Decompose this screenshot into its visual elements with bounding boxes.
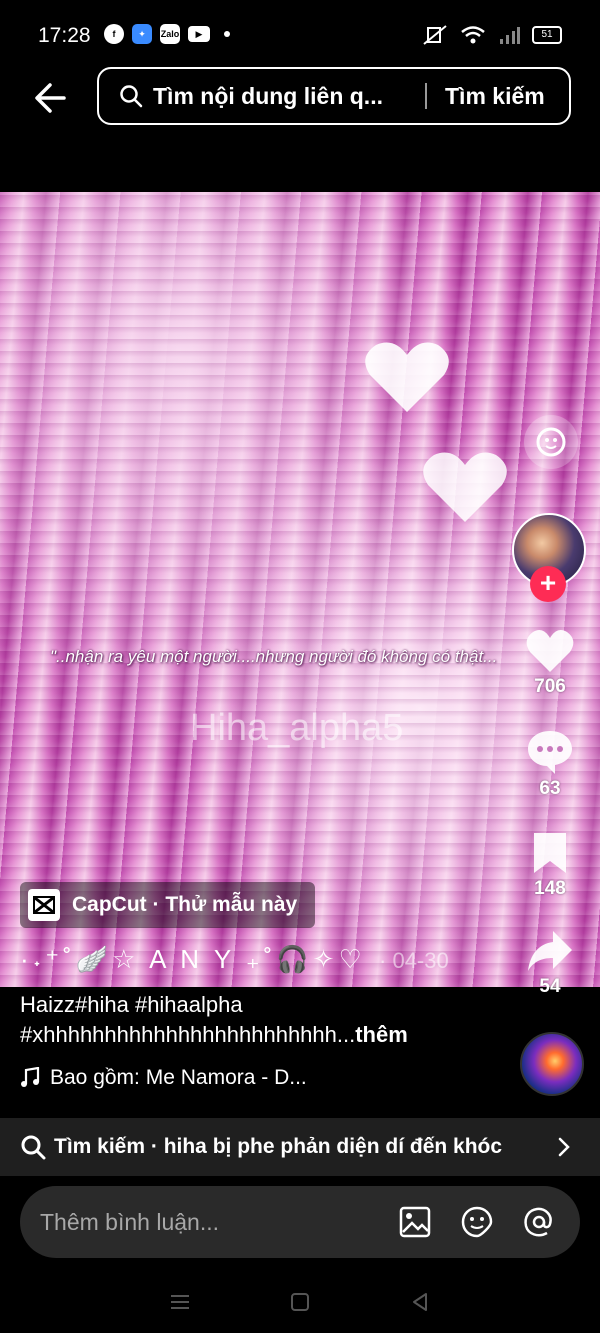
comment-bar[interactable]: Thêm bình luận... bbox=[20, 1186, 580, 1258]
home-icon[interactable] bbox=[288, 1290, 312, 1314]
related-search-label[interactable]: Tìm kiếm · hiha bị phe phản diện dí đến … bbox=[54, 1135, 554, 1159]
author-line[interactable]: ·˖⁺˚🪽☆ A N Y ₊˚🎧✧♡ · 04-30 bbox=[20, 944, 449, 975]
mention-icon[interactable] bbox=[522, 1205, 556, 1239]
share-arrow-icon bbox=[528, 931, 572, 971]
video-player[interactable]: "..nhận ra yêu một người....nhưng người … bbox=[0, 192, 600, 987]
back-triangle-icon[interactable] bbox=[408, 1290, 432, 1314]
video-caption-overlay: "..nhận ra yêu một người....nhưng người … bbox=[50, 647, 498, 666]
video-frame bbox=[0, 192, 600, 987]
video-description[interactable]: Haizz#hiha #hihaalpha bbox=[20, 992, 243, 1018]
capcut-icon bbox=[28, 889, 60, 921]
search-icon bbox=[120, 85, 143, 108]
author-name[interactable]: ·˖⁺˚🪽☆ A N Y ₊˚🎧✧♡ bbox=[20, 944, 366, 974]
mute-vibrate-icon bbox=[423, 25, 447, 45]
zalo-icon: Zalo bbox=[160, 24, 180, 44]
search-bar[interactable]: Tìm nội dung liên q... Tìm kiếm bbox=[97, 67, 571, 125]
music-info[interactable]: Bao gồm: Me Namora - D... bbox=[20, 1066, 307, 1090]
back-arrow-icon bbox=[35, 83, 66, 113]
system-nav-bar bbox=[0, 1270, 600, 1333]
wifi-icon bbox=[461, 26, 485, 44]
share-count: 54 bbox=[539, 976, 561, 997]
system-icons: 51 bbox=[422, 24, 562, 46]
chevron-right-icon bbox=[558, 1137, 570, 1157]
status-bar: 17:28 f ✦ Zalo ▶ 51 bbox=[0, 0, 600, 70]
search-divider bbox=[425, 83, 427, 109]
like-count: 706 bbox=[534, 676, 566, 697]
save-button[interactable]: 148 bbox=[520, 830, 580, 900]
sticker-icon[interactable] bbox=[460, 1205, 494, 1239]
image-icon[interactable] bbox=[398, 1205, 432, 1239]
back-button[interactable] bbox=[30, 78, 74, 118]
facebook-icon: f bbox=[104, 24, 124, 44]
more-notifications-icon bbox=[224, 31, 230, 37]
like-button[interactable]: 706 bbox=[520, 628, 580, 698]
heart-shape-icon bbox=[423, 452, 507, 522]
music-note-icon bbox=[21, 1067, 40, 1087]
related-search-bar[interactable]: Tìm kiếm · hiha bị phe phản diện dí đến … bbox=[0, 1118, 600, 1176]
heart-shape-icon bbox=[365, 342, 449, 412]
messenger-icon: ✦ bbox=[132, 24, 152, 44]
capcut-label: CapCut · Thử mẫu này bbox=[72, 893, 298, 916]
video-description-hashtags[interactable]: #xhhhhhhhhhhhhhhhhhhhhhhhh...thêm bbox=[20, 1022, 408, 1048]
comment-input[interactable]: Thêm bình luận... bbox=[40, 1209, 370, 1236]
comment-button[interactable]: 63 bbox=[520, 728, 580, 800]
see-more-link[interactable]: thêm bbox=[355, 1022, 408, 1047]
post-date: · 04-30 bbox=[379, 948, 449, 973]
notification-icons: f ✦ Zalo ▶ bbox=[104, 24, 230, 44]
capcut-template-chip[interactable]: CapCut · Thử mẫu này bbox=[20, 882, 316, 928]
menu-icon[interactable] bbox=[168, 1290, 192, 1314]
video-watermark: Hiha_alpha5 bbox=[190, 707, 404, 749]
status-time: 17:28 bbox=[38, 24, 91, 47]
save-count: 148 bbox=[534, 878, 566, 899]
chat-smile-icon bbox=[536, 427, 566, 457]
music-disc[interactable] bbox=[520, 1032, 584, 1096]
battery-icon: 51 bbox=[532, 26, 562, 44]
signal-icon bbox=[500, 27, 520, 44]
search-icon bbox=[21, 1135, 46, 1160]
comment-icon bbox=[528, 731, 572, 774]
search-input[interactable]: Tìm nội dung liên q... bbox=[153, 83, 403, 110]
follow-button[interactable]: + bbox=[530, 566, 566, 602]
comment-count: 63 bbox=[539, 778, 561, 799]
share-button[interactable]: 54 bbox=[520, 928, 580, 998]
hashtag-text[interactable]: #xhhhhhhhhhhhhhhhhhhhhhhhh... bbox=[20, 1022, 355, 1047]
bookmark-icon bbox=[534, 833, 566, 873]
music-label[interactable]: Bao gồm: Me Namora - D... bbox=[50, 1066, 307, 1090]
heart-icon bbox=[526, 630, 574, 672]
youtube-icon: ▶ bbox=[188, 26, 210, 42]
ai-chat-button[interactable] bbox=[524, 415, 578, 469]
search-button[interactable]: Tìm kiếm bbox=[445, 83, 545, 110]
